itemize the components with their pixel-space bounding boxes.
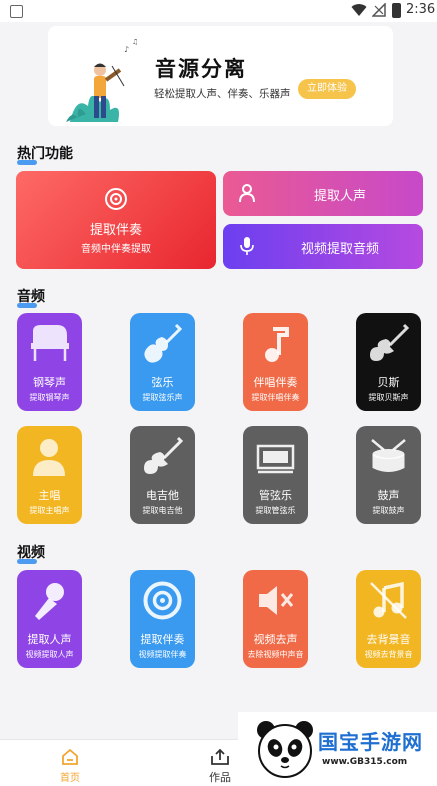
disc-icon (105, 188, 127, 210)
section-title-hot: 热门功能 (17, 143, 73, 165)
tile-video-extract-vocals[interactable]: 提取人声 视频提取人声 (17, 570, 82, 668)
tile-label: 电吉他 (146, 489, 179, 502)
tile-label: 鼓声 (377, 489, 400, 502)
drum-icon (371, 439, 406, 472)
tile-orchestral[interactable]: 管弦乐 提取管弦乐 (243, 426, 308, 524)
piano-icon (31, 325, 69, 361)
music-note-icon (265, 327, 289, 362)
watermark-url: www.GB315.com (322, 757, 408, 767)
banner-title: 音源分离 (155, 57, 247, 81)
tile-label: 贝斯 (377, 376, 400, 389)
try-now-button[interactable]: 立即体验 (298, 79, 356, 99)
extract-video-audio-card[interactable]: 视频提取音频 (223, 224, 423, 269)
tile-electric-guitar[interactable]: 电吉他 提取电吉他 (130, 426, 195, 524)
tile-label: 去背景音 (366, 633, 411, 646)
tile-sublabel: 视频去背景音 (364, 650, 413, 659)
wifi-icon (351, 4, 367, 17)
tile-label: 提取人声 (27, 633, 72, 646)
electric-guitar-icon (144, 436, 184, 474)
promo-banner[interactable]: ♪ ♫ 音源分离 轻松提取人声、伴奏、乐器声 立即体验 (48, 26, 393, 126)
home-icon (62, 748, 78, 765)
violinist-illustration-icon: ♪ ♫ (66, 38, 138, 122)
nav-label: 首页 (60, 773, 80, 784)
tile-bass[interactable]: 贝斯 提取贝斯声 (356, 313, 421, 411)
extract-vocals-card[interactable]: 提取人声 (223, 171, 423, 216)
tile-sublabel: 提取主唱声 (29, 506, 70, 515)
tile-video-remove-bgm[interactable]: 去背景音 视频去背景音 (356, 570, 421, 668)
battery-icon (392, 3, 401, 18)
status-bar: 2:36 (0, 0, 437, 22)
disc-icon (143, 581, 182, 620)
tile-sublabel: 提取弦乐声 (142, 393, 183, 402)
no-music-icon (370, 581, 407, 619)
tile-strings[interactable]: 弦乐 提取弦乐声 (130, 313, 195, 411)
tile-sublabel: 去除视频中声音 (247, 650, 304, 659)
tile-sublabel: 视频提取伴奏 (138, 650, 187, 659)
tile-drums[interactable]: 鼓声 提取鼓声 (356, 426, 421, 524)
tile-piano[interactable]: 钢琴声 提取钢琴声 (17, 313, 82, 411)
watermark: 国宝手游网 www.GB315.com (238, 712, 437, 786)
signal-icon (372, 3, 386, 17)
tile-sublabel: 提取伴唱伴奏 (251, 393, 300, 402)
tile-sublabel: 提取电吉他 (142, 506, 183, 515)
nav-label: 作品 (209, 771, 231, 784)
tile-label: 提取伴奏 (140, 633, 185, 646)
tile-sublabel: 提取钢琴声 (29, 393, 70, 402)
tile-video-remove-sound[interactable]: 视频去声 去除视频中声音 (243, 570, 308, 668)
tile-label: 管弦乐 (259, 489, 292, 502)
section-title-video: 视频 (17, 542, 45, 564)
svg-text:♫: ♫ (132, 38, 138, 46)
card-label: 提取人声 (313, 189, 366, 204)
tile-sublabel: 视频提取人声 (25, 650, 74, 659)
tile-video-extract-accompaniment[interactable]: 提取伴奏 视频提取伴奏 (130, 570, 195, 668)
card-sublabel: 音频中伴奏提取 (81, 244, 151, 255)
microphone-icon (35, 583, 64, 620)
panda-logo-icon (257, 721, 313, 778)
singer-icon (33, 439, 65, 476)
violin-icon (144, 323, 183, 363)
tile-label: 视频去声 (253, 633, 298, 646)
extract-accompaniment-card[interactable]: 提取伴奏 音频中伴奏提取 (16, 171, 216, 269)
bass-guitar-icon (370, 323, 410, 361)
tile-label: 主唱 (38, 489, 61, 502)
card-label: 提取伴奏 (89, 223, 142, 238)
watermark-text: 国宝手游网 (318, 730, 423, 754)
mute-icon (259, 586, 294, 615)
tile-label: 伴唱伴奏 (253, 376, 298, 389)
tile-sublabel: 提取鼓声 (372, 506, 405, 515)
nav-works[interactable]: 作品 (203, 746, 237, 784)
tile-label: 钢琴声 (33, 376, 66, 389)
status-time: 2:36 (406, 2, 436, 17)
svg-text:♪: ♪ (124, 45, 129, 54)
banner-subtitle: 轻松提取人声、伴奏、乐器声 (154, 88, 291, 100)
tile-label: 弦乐 (151, 376, 174, 389)
tile-sublabel: 提取贝斯声 (368, 393, 409, 402)
tile-sublabel: 提取管弦乐 (255, 506, 296, 515)
section-title-audio: 音频 (17, 286, 45, 308)
tile-lead-vocal[interactable]: 主唱 提取主唱声 (17, 426, 82, 524)
nav-home[interactable]: 首页 (55, 746, 85, 784)
orchestra-icon (256, 444, 295, 474)
tile-backing[interactable]: 伴唱伴奏 提取伴唱伴奏 (243, 313, 308, 411)
notification-icon (10, 5, 23, 18)
card-label: 视频提取音频 (300, 242, 379, 257)
upload-icon (211, 748, 229, 765)
